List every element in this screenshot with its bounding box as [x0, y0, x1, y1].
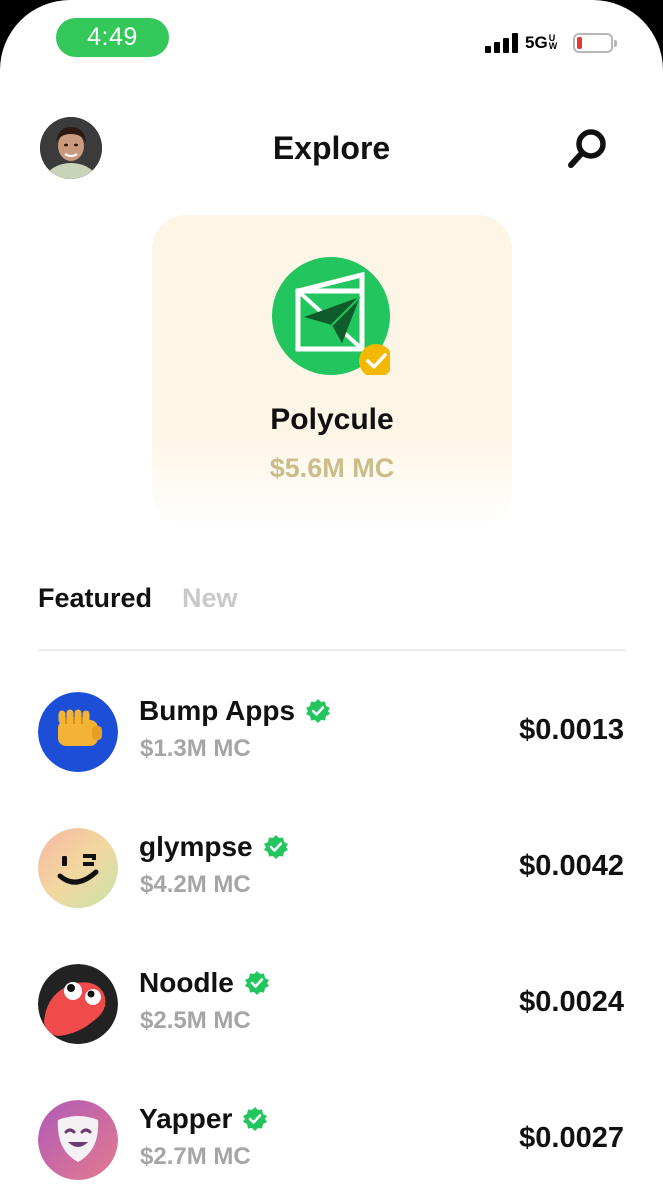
theater-mask-icon: [38, 1100, 118, 1180]
fist-bump-icon: [38, 692, 118, 772]
page-title: Explore: [272, 130, 391, 166]
signal-icon: [485, 33, 519, 53]
token-name: glympse: [139, 831, 289, 863]
battery-level: [577, 37, 582, 49]
token-price: $0.0024: [519, 986, 624, 1018]
hero-token-name: Polycule: [270, 403, 394, 436]
token-row-glympse[interactable]: glympse $4.2M MC $0.0042: [38, 828, 626, 908]
phone-screen: 4:49 5G U W Explore Polycule $5.6M MC Fe…: [0, 0, 663, 1200]
token-row-bump-apps[interactable]: Bump Apps $1.3M MC $0.0013: [38, 692, 626, 772]
search-icon: [568, 129, 606, 168]
wink-face-icon: [38, 828, 118, 908]
network-indicator: 5G U W: [525, 33, 557, 53]
tab-bar: Featured New: [38, 583, 238, 614]
verified-badge-icon: [244, 971, 269, 995]
network-suffix: U W: [548, 33, 558, 51]
status-bar: 4:49 5G U W: [0, 0, 663, 80]
tab-featured[interactable]: Featured: [38, 583, 152, 614]
token-market-cap: $2.5M MC: [140, 1007, 251, 1034]
status-time[interactable]: 4:49: [56, 18, 169, 57]
token-price: $0.0013: [519, 714, 624, 746]
token-market-cap: $2.7M MC: [140, 1143, 251, 1170]
token-price: $0.0027: [519, 1122, 624, 1154]
token-name: Noodle: [139, 967, 270, 999]
battery-icon: [573, 33, 617, 53]
verified-badge-icon: [306, 699, 331, 723]
verified-badge-icon: [263, 835, 288, 859]
token-row-yapper[interactable]: Yapper $2.7M MC $0.0027: [38, 1100, 626, 1180]
tab-divider: [38, 649, 626, 651]
tab-new[interactable]: New: [182, 583, 238, 614]
token-row-noodle[interactable]: Noodle $2.5M MC $0.0024: [38, 964, 626, 1044]
token-name: Bump Apps: [139, 695, 331, 727]
network-label: 5G: [525, 33, 548, 52]
token-market-cap: $4.2M MC: [140, 871, 251, 898]
featured-hero-card[interactable]: Polycule $5.6M MC: [152, 215, 512, 527]
token-price: $0.0042: [519, 850, 624, 882]
hero-market-cap: $5.6M MC: [269, 453, 395, 483]
token-market-cap: $1.3M MC: [140, 735, 251, 762]
verified-badge-icon: [243, 1107, 268, 1131]
search-button[interactable]: [565, 125, 611, 171]
token-name: Yapper: [139, 1103, 268, 1135]
polycule-logo-icon: [272, 257, 390, 375]
red-creature-icon: [38, 964, 118, 1044]
